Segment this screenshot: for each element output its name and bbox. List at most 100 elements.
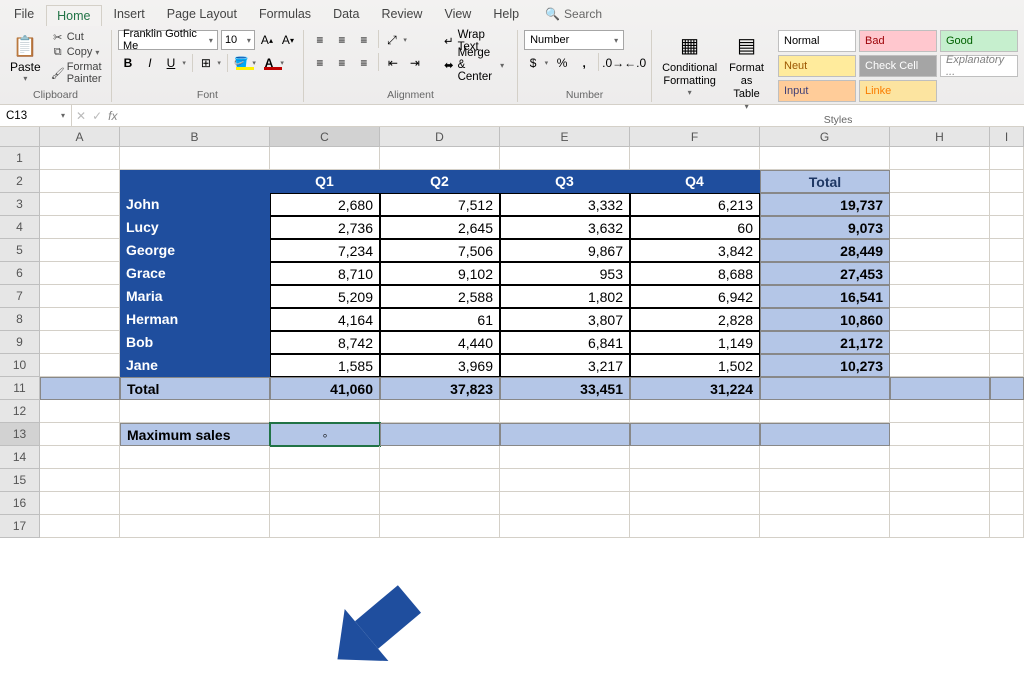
cell[interactable]: 37,823 (380, 377, 500, 400)
format-painter-button[interactable]: 🖌Format Painter (49, 60, 105, 86)
style-check-cell[interactable]: Check Cell (859, 55, 937, 77)
cell[interactable] (40, 492, 120, 515)
cell[interactable] (120, 515, 270, 538)
copy-button[interactable]: ⧉Copy▾ (49, 45, 105, 59)
style-normal[interactable]: Normal (778, 30, 856, 52)
cell[interactable] (890, 193, 990, 216)
align-bottom-button[interactable]: ≡ (354, 30, 374, 50)
cell[interactable]: 7,234 (270, 239, 380, 262)
cell[interactable]: Maximum sales (120, 423, 270, 446)
cell[interactable] (760, 377, 890, 400)
cell[interactable]: 4,164 (270, 308, 380, 331)
cell[interactable]: 7,512 (380, 193, 500, 216)
cell[interactable] (40, 262, 120, 285)
cell[interactable]: 1,502 (630, 354, 760, 377)
cell[interactable]: Q1 (270, 170, 380, 193)
cell[interactable]: Maria (120, 285, 270, 308)
cell[interactable] (40, 377, 120, 400)
cell[interactable] (380, 515, 500, 538)
cell[interactable] (40, 193, 120, 216)
cell[interactable] (990, 147, 1024, 170)
cell[interactable] (40, 423, 120, 446)
cell-styles-gallery[interactable]: Normal Bad Good Neut Check Cell Explanat… (778, 30, 1018, 102)
cell[interactable]: 8,742 (270, 331, 380, 354)
cell[interactable]: 41,060 (270, 377, 380, 400)
cell[interactable] (890, 446, 990, 469)
row-header[interactable]: 10 (0, 354, 40, 377)
cell[interactable]: 3,969 (380, 354, 500, 377)
cell[interactable] (990, 308, 1024, 331)
tab-page-layout[interactable]: Page Layout (157, 4, 247, 24)
style-input[interactable]: Input (778, 80, 856, 102)
cell[interactable] (890, 469, 990, 492)
cell[interactable] (760, 469, 890, 492)
style-good[interactable]: Good (940, 30, 1018, 52)
cell[interactable]: Q2 (380, 170, 500, 193)
col-header[interactable]: C (270, 127, 380, 146)
cell[interactable] (890, 331, 990, 354)
style-neutral[interactable]: Neut (778, 55, 856, 77)
select-all-corner[interactable] (0, 127, 40, 146)
cell[interactable] (630, 423, 760, 446)
cell[interactable]: 3,842 (630, 239, 760, 262)
cell[interactable] (890, 515, 990, 538)
col-header[interactable]: F (630, 127, 760, 146)
cell[interactable]: 10,273 (760, 354, 890, 377)
conditional-formatting-button[interactable]: ▦ Conditional Formatting ▾ (658, 30, 721, 100)
cell[interactable] (120, 492, 270, 515)
cell[interactable]: 3,217 (500, 354, 630, 377)
cell[interactable] (760, 492, 890, 515)
orientation-button[interactable]: ⤢ (383, 30, 409, 50)
cell[interactable] (270, 400, 380, 423)
cell[interactable] (760, 446, 890, 469)
cell[interactable] (500, 147, 630, 170)
cell[interactable] (760, 423, 890, 446)
style-explanatory[interactable]: Explanatory ... (940, 55, 1018, 77)
cell[interactable] (380, 469, 500, 492)
fx-icon[interactable]: fx (108, 109, 117, 123)
cell[interactable]: 16,541 (760, 285, 890, 308)
cell[interactable]: Jane (120, 354, 270, 377)
cell[interactable]: George (120, 239, 270, 262)
cell[interactable]: 28,449 (760, 239, 890, 262)
format-as-table-button[interactable]: ▤ Format as Table ▾ (725, 30, 768, 113)
cell[interactable] (890, 423, 990, 446)
underline-button[interactable]: U (162, 53, 188, 73)
row-header[interactable]: 9 (0, 331, 40, 354)
col-header[interactable]: D (380, 127, 500, 146)
tab-help[interactable]: Help (483, 4, 529, 24)
cell[interactable] (760, 400, 890, 423)
cell[interactable] (990, 262, 1024, 285)
cell[interactable] (40, 400, 120, 423)
cell[interactable]: 8,710 (270, 262, 380, 285)
cell[interactable] (40, 354, 120, 377)
cell[interactable] (40, 170, 120, 193)
italic-button[interactable]: I (140, 53, 160, 73)
cell[interactable] (500, 446, 630, 469)
row-header[interactable]: 5 (0, 239, 40, 262)
cell[interactable] (990, 354, 1024, 377)
cell[interactable]: 953 (500, 262, 630, 285)
row-header[interactable]: 13 (0, 423, 40, 446)
merge-center-button[interactable]: ⬌Merge & Center▾ (437, 54, 511, 76)
paste-button[interactable]: 📋 Paste ▾ (6, 30, 45, 85)
cell[interactable]: 2,680 (270, 193, 380, 216)
cell[interactable] (120, 147, 270, 170)
cut-button[interactable]: ✂Cut (49, 30, 105, 44)
percent-button[interactable]: % (552, 53, 572, 73)
tab-formulas[interactable]: Formulas (249, 4, 321, 24)
cell[interactable] (40, 446, 120, 469)
cell[interactable] (120, 446, 270, 469)
cell[interactable]: Total (120, 377, 270, 400)
cell[interactable]: 2,828 (630, 308, 760, 331)
cell[interactable]: 4,440 (380, 331, 500, 354)
cell[interactable] (990, 193, 1024, 216)
col-header[interactable]: H (890, 127, 990, 146)
row-header[interactable]: 4 (0, 216, 40, 239)
cell[interactable]: 9,073 (760, 216, 890, 239)
fill-color-button[interactable]: 🪣 (232, 53, 258, 73)
cell[interactable]: 6,841 (500, 331, 630, 354)
bold-button[interactable]: B (118, 53, 138, 73)
cell[interactable] (890, 239, 990, 262)
cell[interactable] (500, 469, 630, 492)
